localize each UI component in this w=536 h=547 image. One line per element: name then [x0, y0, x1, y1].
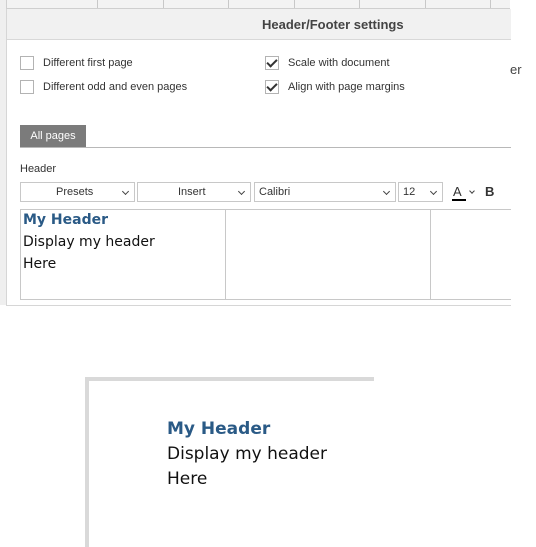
- chevron-down-icon: [237, 187, 246, 196]
- different-first-page-checkbox[interactable]: [20, 56, 34, 70]
- different-first-page-option[interactable]: Different first page: [20, 56, 133, 70]
- chevron-down-icon: [429, 187, 438, 196]
- different-odd-even-label: Different odd and even pages: [43, 81, 188, 93]
- bold-button[interactable]: B: [485, 184, 494, 199]
- chevron-down-icon: [382, 187, 391, 196]
- tab-all-pages[interactable]: All pages: [20, 125, 86, 147]
- header-editor: My Header Display my header Here: [20, 209, 511, 300]
- font-name-value: Calibri: [259, 186, 291, 198]
- scale-with-document-label: Scale with document: [288, 57, 390, 69]
- font-name-combo[interactable]: Calibri: [254, 182, 396, 202]
- background-text-fragment: er: [510, 62, 522, 77]
- tab-divider: [20, 147, 511, 148]
- scale-with-document-checkbox[interactable]: [265, 56, 279, 70]
- align-with-margins-label: Align with page margins: [288, 81, 405, 93]
- font-color-icon: A: [453, 184, 462, 199]
- spreadsheet-column-strip: [0, 0, 510, 9]
- font-size-combo[interactable]: 12: [398, 182, 443, 202]
- header-left-line: Display my header: [23, 234, 155, 250]
- insert-dropdown-label: Insert: [178, 186, 206, 198]
- header-footer-dialog: Header/Footer settings Different first p…: [6, 9, 511, 306]
- align-with-margins-checkbox[interactable]: [265, 80, 279, 94]
- page: Header/Footer settings Different first p…: [0, 0, 536, 547]
- align-with-margins-option[interactable]: Align with page margins: [265, 80, 405, 94]
- dialog-title: Header/Footer settings: [262, 17, 404, 32]
- different-first-page-label: Different first page: [43, 57, 133, 69]
- preview-line: My Header: [167, 419, 271, 439]
- header-right-section[interactable]: [431, 210, 512, 299]
- header-left-line: My Header: [23, 212, 109, 228]
- scale-with-document-option[interactable]: Scale with document: [265, 56, 390, 70]
- header-center-section[interactable]: [226, 210, 431, 299]
- chevron-down-icon: [121, 187, 130, 196]
- presets-dropdown[interactable]: Presets: [20, 182, 135, 202]
- preview-line: Display my header: [167, 444, 327, 464]
- header-section-label: Header: [20, 163, 57, 175]
- preview-line: Here: [167, 469, 208, 489]
- header-left-section[interactable]: My Header Display my header Here: [21, 210, 226, 299]
- font-color-swatch: [452, 199, 466, 201]
- insert-dropdown[interactable]: Insert: [137, 182, 251, 202]
- header-preview: My Header Display my header Here: [85, 377, 374, 547]
- different-odd-even-checkbox[interactable]: [20, 80, 34, 94]
- presets-dropdown-label: Presets: [56, 186, 94, 198]
- dialog-titlebar[interactable]: Header/Footer settings: [7, 9, 511, 40]
- chevron-down-icon: [469, 188, 475, 194]
- different-odd-even-option[interactable]: Different odd and even pages: [20, 80, 187, 94]
- font-size-value: 12: [403, 186, 416, 198]
- header-left-line: Here: [23, 256, 57, 272]
- font-color-button[interactable]: A: [452, 184, 475, 202]
